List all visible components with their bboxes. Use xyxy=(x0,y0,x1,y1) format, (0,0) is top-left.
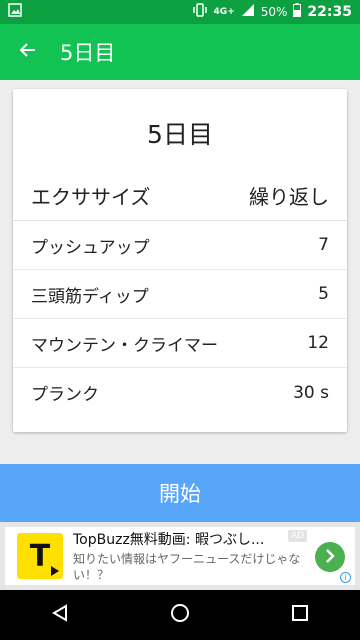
recents-square-icon xyxy=(292,605,308,625)
table-row: プランク 30 s xyxy=(13,368,347,417)
exercise-name: プランク xyxy=(31,385,99,405)
workout-card: 5日目 エクササイズ 繰り返し プッシュアップ 7 三頭筋ディップ 5 マウンテ… xyxy=(13,89,347,432)
header-exercise: エクササイズ xyxy=(31,185,151,209)
ad-info-icon[interactable]: i xyxy=(340,572,351,583)
topbuzz-logo: T xyxy=(17,533,63,579)
card-title: 5日目 xyxy=(147,120,213,149)
app-bar: 5日目 xyxy=(0,24,360,80)
system-nav-bar xyxy=(0,590,360,640)
ad-badge: AD xyxy=(288,530,308,542)
back-triangle-icon xyxy=(51,604,69,626)
image-notification-icon xyxy=(8,3,22,21)
signal-icon xyxy=(241,3,255,21)
header-reps: 繰り返し xyxy=(249,185,329,209)
exercise-name: マウンテン・クライマー xyxy=(31,335,218,356)
ad-banner[interactable]: T TopBuzz無料動画: 暇つぶし... 知りたい情報はヤフーニュースだけじ… xyxy=(0,522,360,590)
start-button-label: 開始 xyxy=(159,482,201,506)
table-row: 三頭筋ディップ 5 xyxy=(13,270,347,319)
status-bar: 4G+ 50% 22:35 xyxy=(0,0,360,24)
logo-letter: T xyxy=(29,538,51,574)
table-row: マウンテン・クライマー 12 xyxy=(13,319,347,368)
play-icon xyxy=(51,566,59,576)
battery-percent: 50% xyxy=(260,5,288,19)
ad-description: 知りたい情報はヤフーニュースだけじゃない！？ xyxy=(73,552,301,582)
exercise-name: 三頭筋ディップ xyxy=(31,286,149,307)
exercise-reps: 12 xyxy=(307,333,329,353)
ad-title: TopBuzz無料動画: 暇つぶし... xyxy=(73,532,265,548)
nav-recents-button[interactable] xyxy=(270,590,330,640)
table-row: プッシュアップ 7 xyxy=(13,221,347,270)
start-button[interactable]: 開始 xyxy=(0,464,360,522)
chevron-right-icon xyxy=(324,547,336,568)
exercise-reps: 5 xyxy=(318,284,329,304)
nav-back-button[interactable] xyxy=(30,590,90,640)
network-type: 4G+ xyxy=(213,7,235,17)
back-button[interactable] xyxy=(0,24,56,80)
vibrate-icon xyxy=(192,3,208,21)
ad-text: TopBuzz無料動画: 暇つぶし... 知りたい情報はヤフーニュースだけじゃな… xyxy=(73,529,313,583)
exercise-name: プッシュアップ xyxy=(31,237,150,258)
exercise-reps: 30 s xyxy=(293,382,329,403)
clock: 22:35 xyxy=(307,4,352,20)
ad-open-button[interactable] xyxy=(315,542,345,572)
home-circle-icon xyxy=(170,603,190,627)
nav-home-button[interactable] xyxy=(150,590,210,640)
arrow-left-icon xyxy=(19,40,37,65)
status-indicators: 4G+ 50% 22:35 xyxy=(192,3,352,21)
exercise-reps: 7 xyxy=(318,235,329,255)
page-title: 5日目 xyxy=(60,41,116,65)
ad-content[interactable]: T TopBuzz無料動画: 暇つぶし... 知りたい情報はヤフーニュースだけじ… xyxy=(5,527,355,585)
table-header: エクササイズ 繰り返し xyxy=(13,171,347,221)
battery-icon xyxy=(293,3,302,21)
